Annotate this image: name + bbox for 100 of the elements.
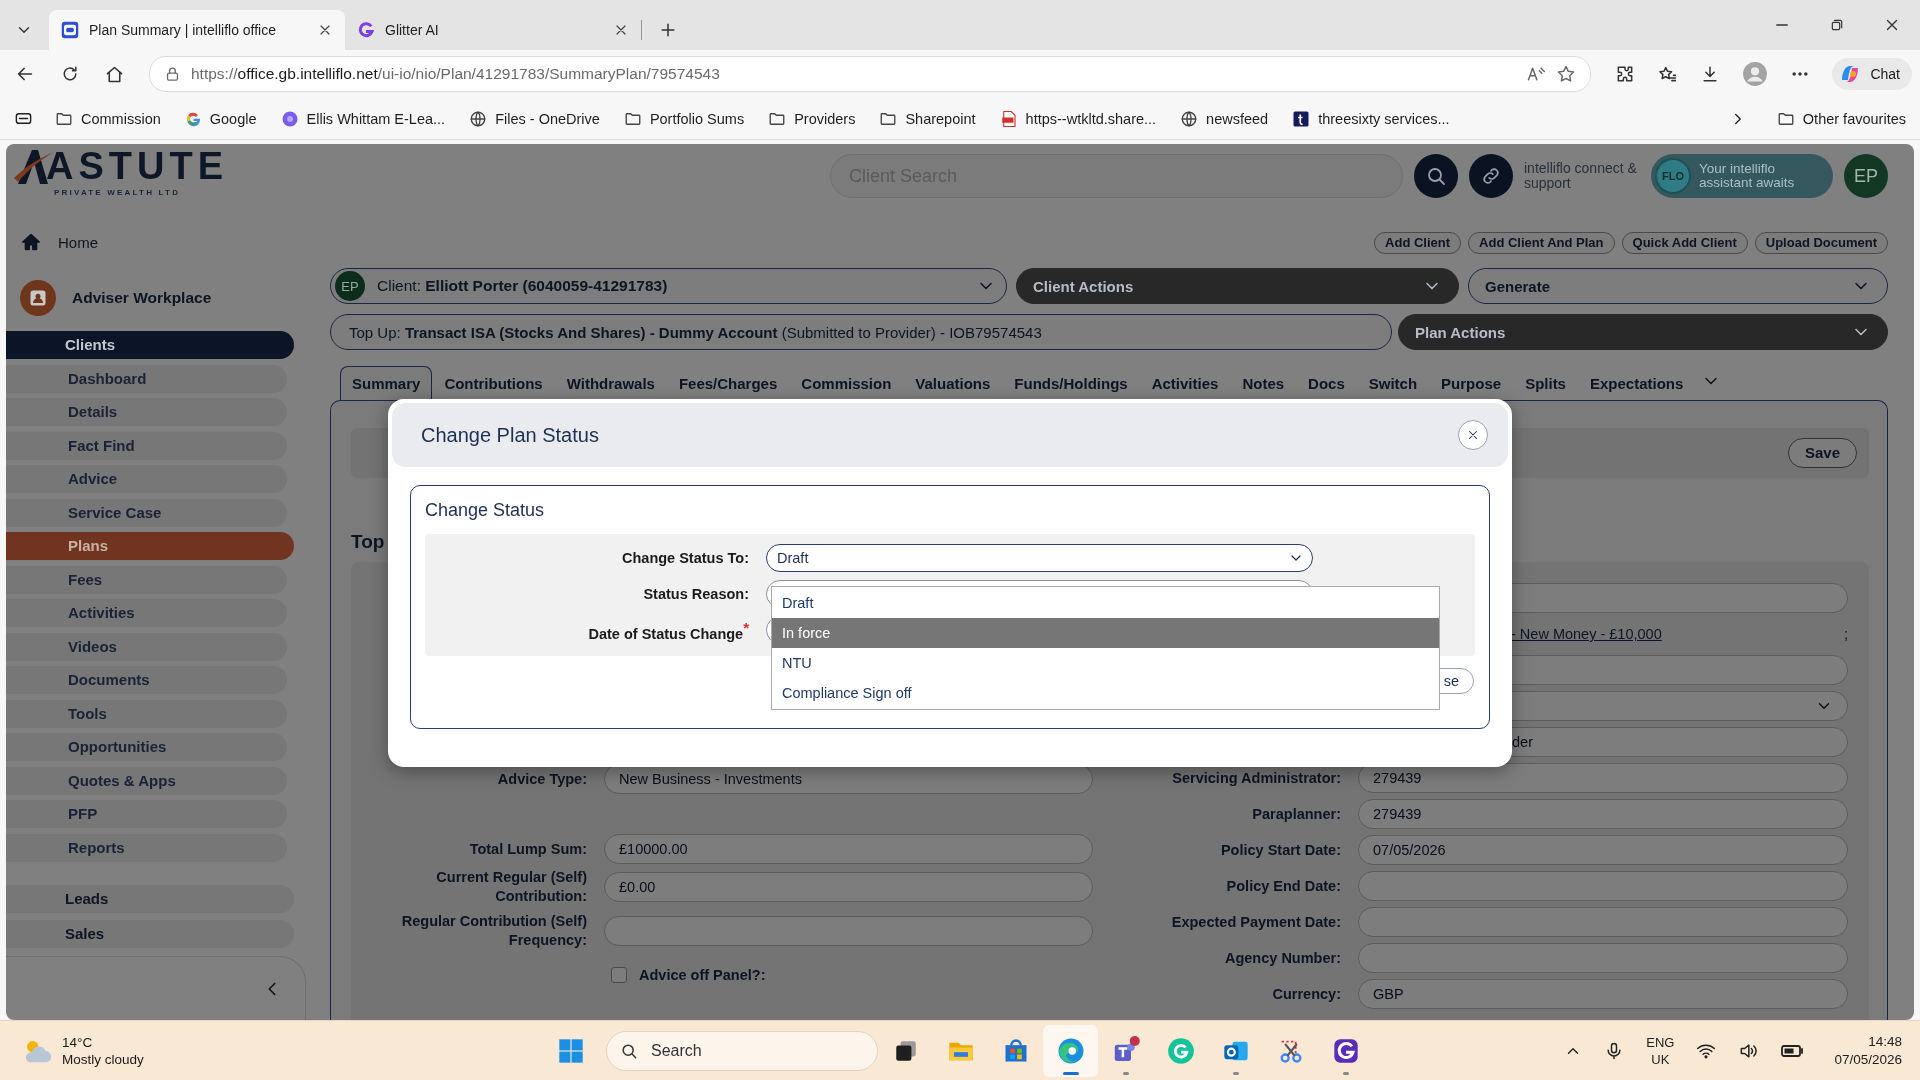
plan-tab[interactable]: Notes xyxy=(1230,366,1297,400)
sidebar-item[interactable]: Plans xyxy=(6,532,294,560)
sidebar-item[interactable]: Tools xyxy=(6,699,287,728)
bookmark[interactable]: Ellis Whittam E-Lea... xyxy=(280,109,446,128)
field-label: Total Lump Sum: xyxy=(468,839,587,859)
sidebar-section[interactable]: Sales xyxy=(6,919,294,948)
bookmark[interactable]: Portfolio Sums xyxy=(623,109,745,128)
plan-tab[interactable]: Splits xyxy=(1513,366,1578,400)
sidebar-item[interactable]: Fact Find xyxy=(6,431,287,460)
section-heading: Top xyxy=(351,530,385,554)
client-selector[interactable]: EP Client: Elliott Porter (6040059-41291783) xyxy=(330,268,1007,304)
read-aloud-icon[interactable] xyxy=(1526,64,1547,84)
sidebar-item[interactable]: Service Case xyxy=(6,498,287,527)
plan-tab[interactable]: Withdrawals xyxy=(554,366,667,400)
checkbox[interactable] xyxy=(611,967,627,983)
dropdown-option[interactable]: Compliance Sign off xyxy=(772,678,1439,708)
input-field[interactable]: GBP xyxy=(1358,979,1848,1009)
plan-actions-button[interactable]: Plan Actions xyxy=(1398,314,1888,350)
field-label: Currency: xyxy=(1271,984,1341,1004)
field-label: Policy End Date: xyxy=(1225,876,1341,896)
sidebar-item[interactable]: Opportunities xyxy=(6,733,287,761)
bookmark[interactable]: Sharepoint xyxy=(879,109,976,128)
taskbar-search-field[interactable]: Search xyxy=(606,1030,878,1071)
sidebar-item[interactable]: Quotes & Apps xyxy=(6,766,287,795)
sidebar-item[interactable]: Advice xyxy=(6,465,287,493)
browser-tab[interactable]: Plan Summary | intelliflo office xyxy=(49,10,345,50)
sidebar-item[interactable]: Details xyxy=(6,398,287,426)
save-button[interactable]: Save xyxy=(1787,438,1857,468)
sidebar-item[interactable]: Fees xyxy=(6,565,287,594)
plan-tab[interactable]: Expectations xyxy=(1577,366,1696,400)
address-bar[interactable]: https://office.gb.intelliflo.net/ui-io/nio/Plan/41291783/SummaryPlan/79574543 xyxy=(149,56,1592,92)
plan-tab[interactable]: Valuations xyxy=(903,366,1003,400)
generate-button[interactable]: Generate xyxy=(1468,268,1888,304)
input-field[interactable]: £10000.00 xyxy=(604,834,1093,864)
plan-tab[interactable]: Switch xyxy=(1356,366,1430,400)
input-field[interactable]: 279439 xyxy=(1358,763,1848,793)
sidebar-item[interactable]: PFP xyxy=(6,800,287,828)
sidebar-link[interactable]: Home xyxy=(6,224,306,260)
sidebar-item[interactable]: Videos xyxy=(6,632,287,661)
globe-icon xyxy=(1180,109,1199,128)
client-actions-button[interactable]: Client Actions xyxy=(1016,268,1459,304)
plan-link[interactable]: - New Money - £10,000 xyxy=(1511,626,1662,642)
plan-tab[interactable]: Contributions xyxy=(432,366,555,400)
glitter-app-icon[interactable] xyxy=(1331,1036,1360,1065)
language-indicator[interactable]: ENG UK xyxy=(1646,1033,1675,1068)
plan-tab[interactable]: Commission xyxy=(789,366,904,400)
site-favicon-icon xyxy=(61,21,79,39)
plan-tab[interactable]: Purpose xyxy=(1429,366,1514,400)
sidebar-section[interactable]: Leads xyxy=(6,884,294,913)
header-button[interactable]: Upload Document xyxy=(1754,232,1888,254)
input-field[interactable]: 279439 xyxy=(1358,799,1848,829)
search-button[interactable] xyxy=(1414,154,1458,198)
logo-tagline: PRIVATE WEALTH LTD xyxy=(54,188,182,197)
bookmark[interactable]: threesixty services... xyxy=(1292,109,1450,128)
chat-button[interactable]: Chat xyxy=(1832,58,1912,90)
sidebar-link[interactable]: Adviser Workplace xyxy=(6,278,306,318)
bookmark[interactable]: Google xyxy=(184,110,257,127)
sidebar-item[interactable]: Activities xyxy=(6,599,287,627)
dropdown-option[interactable]: NTU xyxy=(772,648,1439,678)
field-label: Policy Start Date: xyxy=(1219,840,1341,860)
field-label: Servicing Administrator: xyxy=(1171,768,1341,788)
bookmark[interactable]: Other favourites xyxy=(1776,109,1906,128)
bookmark[interactable]: Commission xyxy=(55,109,161,128)
plan-tab[interactable]: Activities xyxy=(1139,366,1231,400)
sidebar-item[interactable]: Documents xyxy=(6,666,287,694)
user-avatar[interactable]: EP xyxy=(1844,154,1888,198)
dropdown-option[interactable]: In force xyxy=(772,618,1439,648)
connect-button[interactable] xyxy=(1469,154,1513,198)
assistant-button[interactable]: FLO Your intelliflo assistant awaits xyxy=(1651,154,1833,198)
lock-icon[interactable] xyxy=(164,65,181,83)
input-field[interactable]: 07/05/2026 xyxy=(1358,835,1848,865)
header-button[interactable]: Quick Add Client xyxy=(1621,232,1748,254)
close-icon xyxy=(1466,428,1480,442)
plan-tab[interactable]: Fees/Charges xyxy=(666,366,790,400)
client-avatar: EP xyxy=(335,271,365,301)
plan-tab[interactable]: Docs xyxy=(1296,366,1357,400)
input-field[interactable]: £0.00 xyxy=(604,872,1093,902)
plan-selector[interactable]: Top Up: Transact ISA (Stocks And Shares) - Dummy Account (Submitted to Provider) - IOB79574543 xyxy=(330,314,1392,350)
star-icon[interactable] xyxy=(1556,64,1577,84)
assistant-badge: FLO xyxy=(1655,158,1691,194)
header-button[interactable]: Add Client xyxy=(1374,232,1462,254)
sidebar-item[interactable]: Dashboard xyxy=(6,364,287,393)
bookmark[interactable]: Providers xyxy=(768,109,856,128)
connect-support-link[interactable]: intelliflo connect & support xyxy=(1524,161,1640,191)
dropdown-option[interactable]: Draft xyxy=(772,588,1439,618)
bookmark[interactable]: newsfeed xyxy=(1180,109,1269,128)
logo-wordmark: ASTUTE xyxy=(46,146,228,186)
start-icon[interactable] xyxy=(557,1036,585,1065)
browser-tab[interactable]: Glitter AI xyxy=(345,10,641,50)
bookmark[interactable]: https--wtkltd.share... xyxy=(999,109,1157,128)
header-button[interactable]: Add Client And Plan xyxy=(1468,232,1615,254)
sidebar-item[interactable]: Reports xyxy=(6,833,287,862)
status-select[interactable]: Draft xyxy=(766,544,1313,572)
bookmark[interactable]: Files - OneDrive xyxy=(469,109,600,128)
clock[interactable]: 14:48 07/05/2026 xyxy=(1834,1032,1902,1069)
plan-tab[interactable]: Funds/Holdings xyxy=(1002,366,1140,400)
plan-tab[interactable]: Summary xyxy=(340,366,433,400)
sidebar-section[interactable]: Clients xyxy=(6,331,294,359)
link-icon xyxy=(1480,165,1502,187)
restore-icon[interactable] xyxy=(1829,17,1845,33)
